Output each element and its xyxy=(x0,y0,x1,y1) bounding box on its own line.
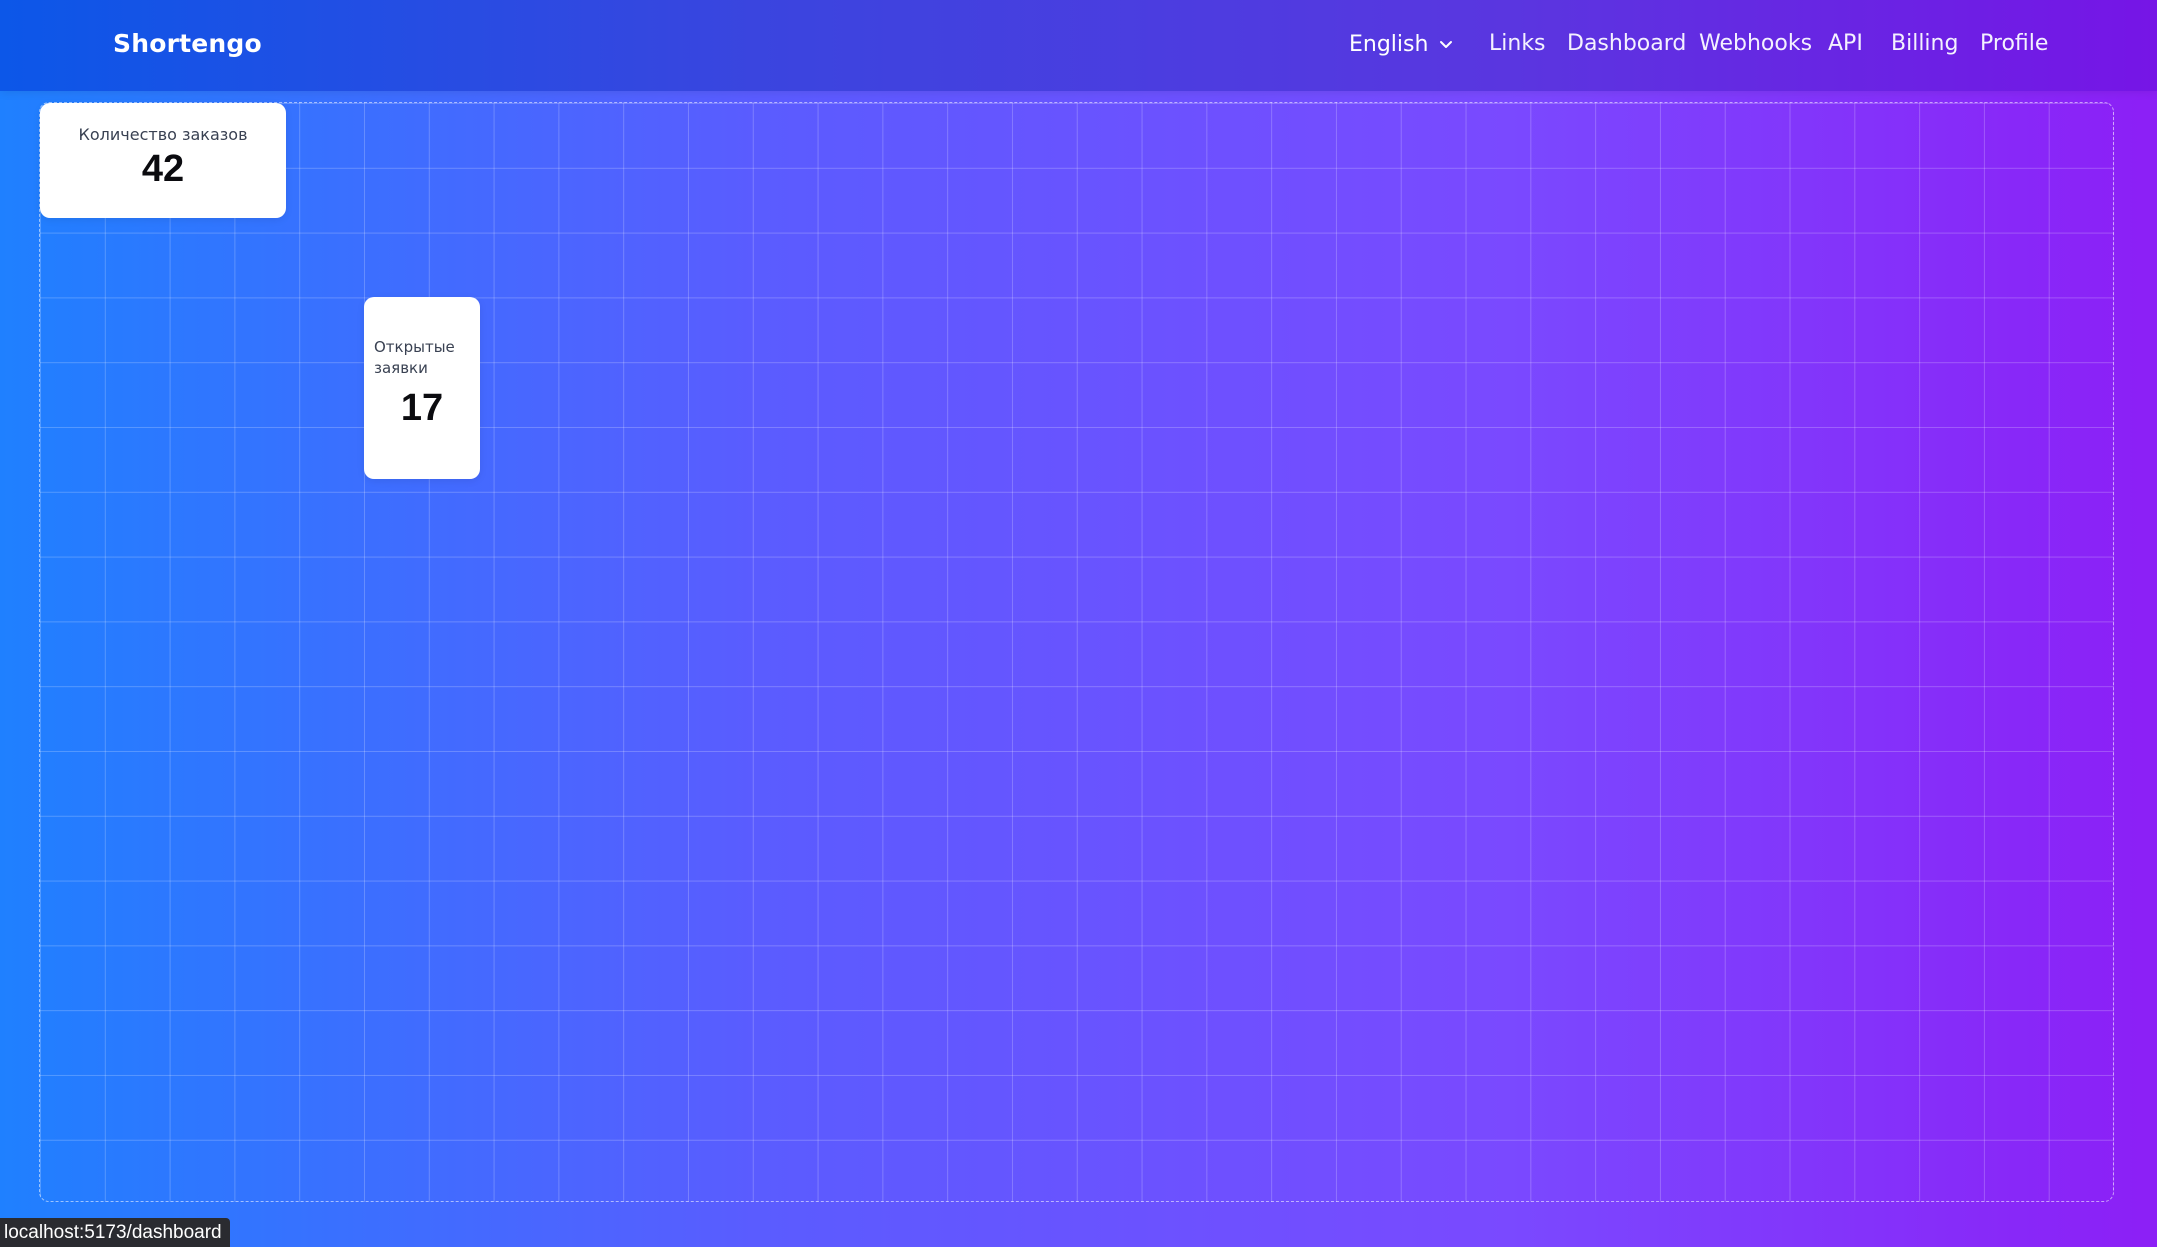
nav-links[interactable]: Links xyxy=(1489,24,1546,64)
language-select-value: English xyxy=(1349,31,1429,57)
link-preview-status-bar: localhost:5173/dashboard xyxy=(0,1218,230,1247)
dashboard-grid-canvas[interactable] xyxy=(39,102,2114,1202)
language-select[interactable]: English xyxy=(1349,24,1454,64)
nav-webhooks[interactable]: Webhooks xyxy=(1699,24,1812,64)
nav-api[interactable]: API xyxy=(1828,24,1863,64)
nav-dashboard[interactable]: Dashboard xyxy=(1567,24,1686,64)
widget-value: 17 xyxy=(400,387,444,429)
nav-billing[interactable]: Billing xyxy=(1891,24,1958,64)
nav-profile[interactable]: Profile xyxy=(1980,24,2048,64)
widget-label: Открытые заявки xyxy=(374,338,455,377)
widget-open-tickets[interactable]: Открытые заявки 17 xyxy=(364,297,480,479)
chevron-down-icon xyxy=(1440,41,1453,48)
top-navigation-bar: Shortengo English Links Dashboard Webhoo… xyxy=(0,0,2157,91)
brand-logo[interactable]: Shortengo xyxy=(113,24,262,64)
widget-label: Количество заказов xyxy=(78,125,248,144)
widget-value: 42 xyxy=(141,148,185,190)
widget-orders-count[interactable]: Количество заказов 42 xyxy=(40,103,286,218)
